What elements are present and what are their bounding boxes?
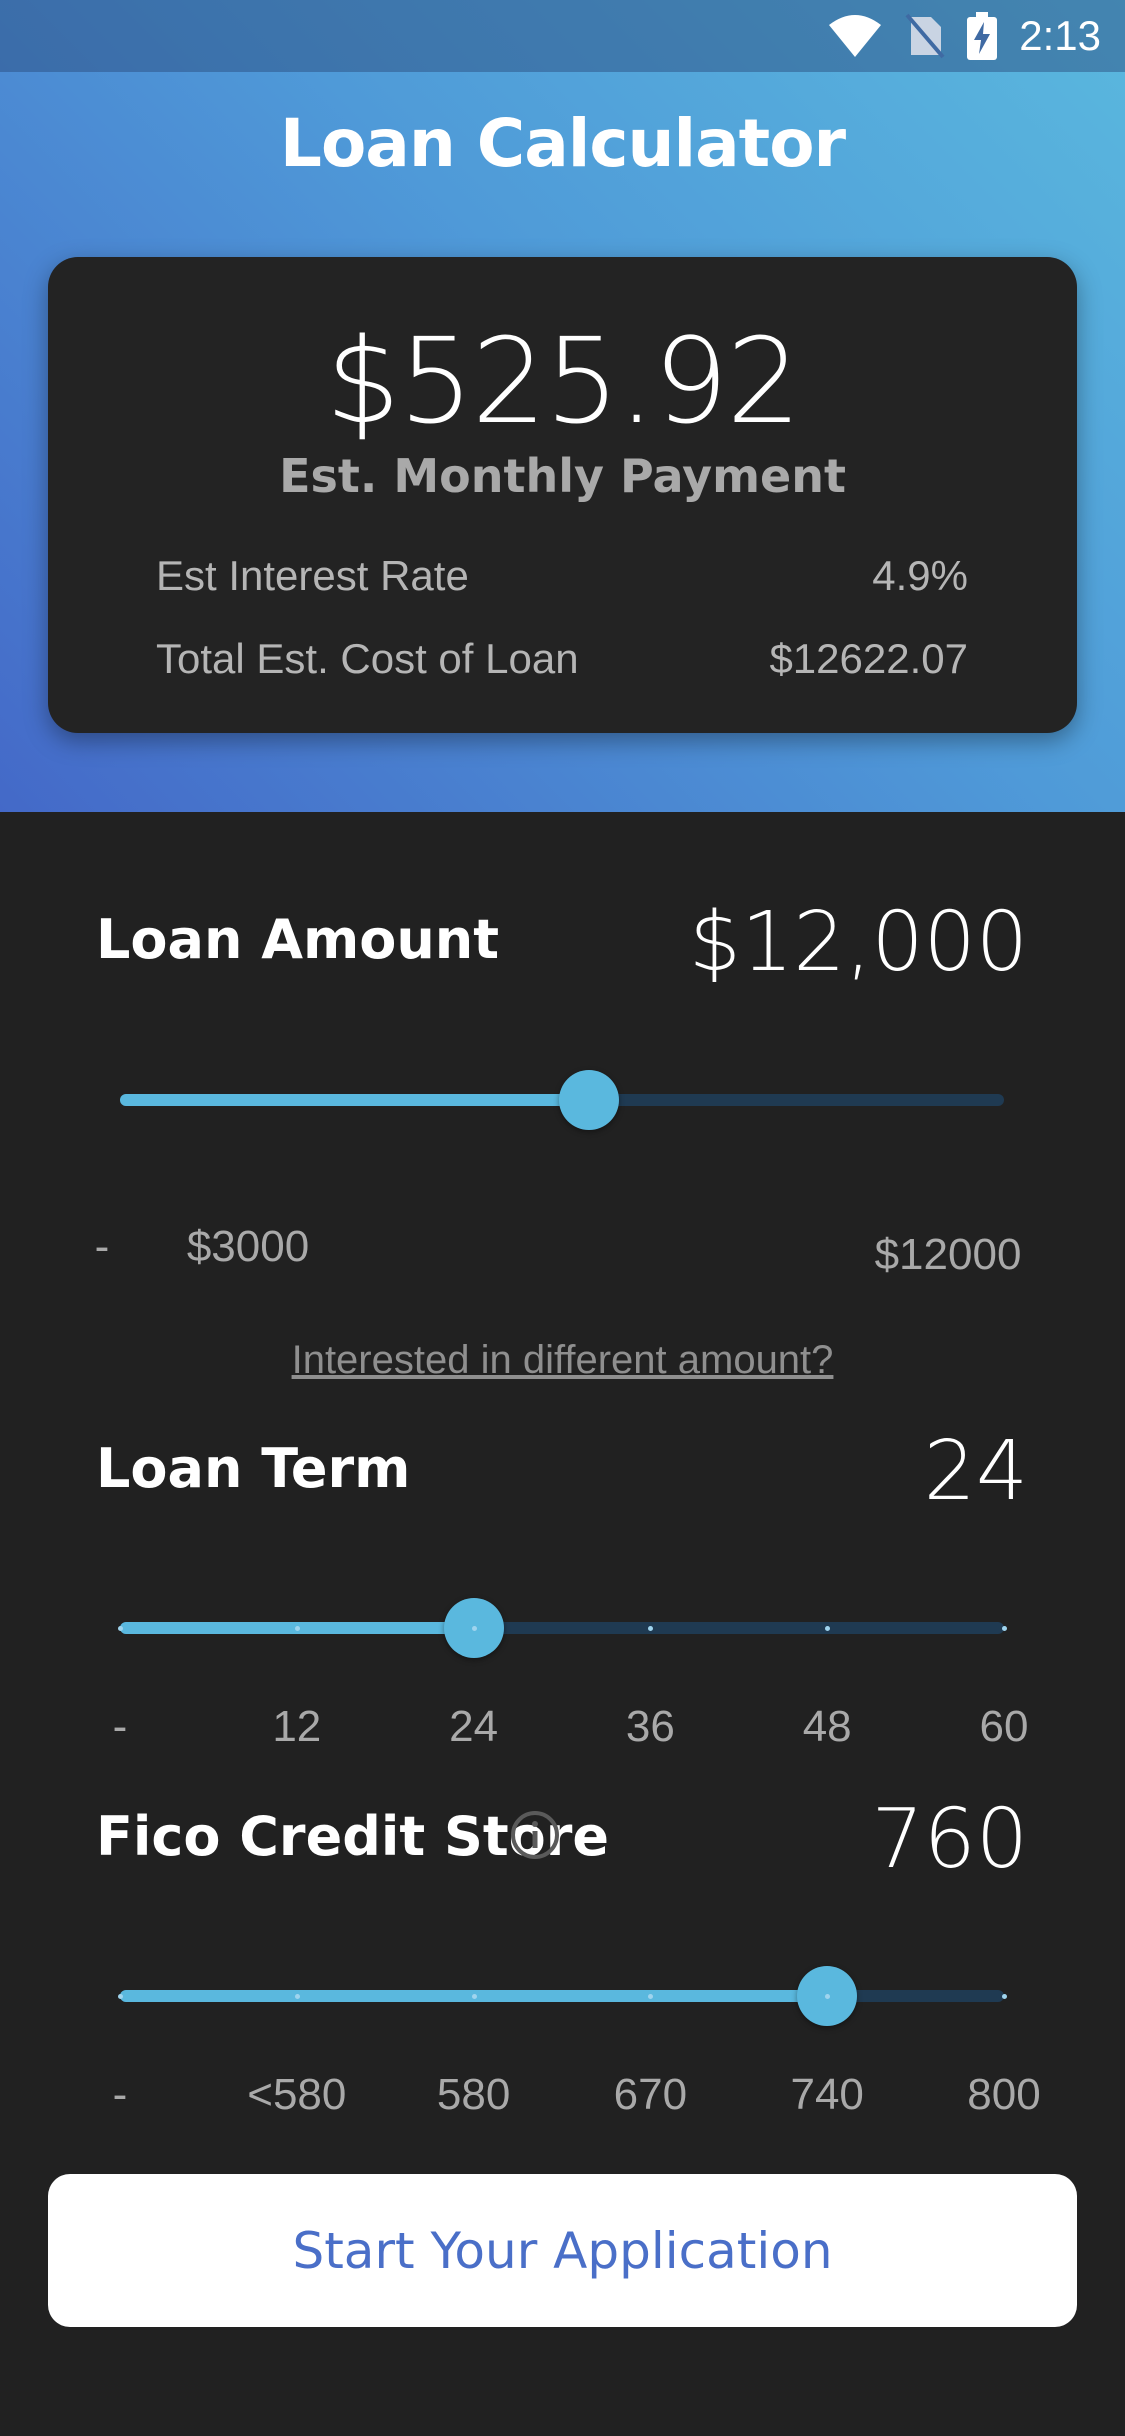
loan-term-tick-label: 60 xyxy=(979,1702,1029,1751)
loan-term-slider[interactable] xyxy=(118,1598,1007,1658)
interest-rate-value: 4.9% xyxy=(872,552,968,599)
loan-term-ticks: - 12 24 36 48 60 xyxy=(96,1702,1029,1762)
loan-term-tick-label: 48 xyxy=(802,1702,852,1751)
total-cost-label: Total Est. Cost of Loan xyxy=(156,635,579,682)
monthly-payment-label: Est. Monthly Payment xyxy=(279,449,846,503)
loan-term-value: 24 xyxy=(923,1424,1028,1519)
slider-step-dot xyxy=(1002,1626,1007,1631)
loan-term-tick-label: 24 xyxy=(449,1702,499,1751)
status-time: 2:13 xyxy=(1019,12,1101,59)
interest-rate-label: Est Interest Rate xyxy=(156,552,469,599)
slider-step-dot xyxy=(825,1626,831,1631)
loan-amount-slider[interactable] xyxy=(120,1070,1004,1130)
loan-amount-slider-fill xyxy=(120,1094,589,1106)
loan-amount-range: - $3000 $12000 xyxy=(94,1222,1029,1282)
total-cost-value: $12622.07 xyxy=(769,635,968,682)
loan-amount-range-dash: - xyxy=(94,1222,110,1271)
wifi-icon xyxy=(829,15,882,57)
slider-step-dot xyxy=(471,1626,477,1631)
different-amount-link[interactable]: Interested in different amount? xyxy=(0,1338,1125,1383)
credit-score-value: 760 xyxy=(871,1792,1028,1887)
loan-amount-value: $12,000 xyxy=(688,895,1028,990)
credit-score-tick-label: 670 xyxy=(613,2070,688,2119)
slider-step-dot xyxy=(1002,1994,1007,1999)
slider-step-dot xyxy=(471,1994,477,1999)
total-cost-row: Total Est. Cost of Loan $12622.07 xyxy=(156,635,968,683)
loan-amount-slider-thumb[interactable] xyxy=(558,1070,619,1130)
credit-score-tick-label: 800 xyxy=(967,2070,1041,2119)
loan-amount-min: $3000 xyxy=(186,1222,310,1271)
loan-amount-max: $12000 xyxy=(874,1230,1022,1279)
loan-term-tick-label: 36 xyxy=(625,1702,675,1751)
slider-step-dot xyxy=(294,1626,300,1631)
slider-step-dot xyxy=(118,1626,123,1631)
status-bar: 2:13 xyxy=(0,0,1125,72)
status-icons: 2:13 xyxy=(827,6,1101,66)
interest-rate-row: Est Interest Rate 4.9% xyxy=(156,552,968,600)
slider-step-dot xyxy=(648,1626,654,1631)
loan-amount-label: Loan Amount xyxy=(96,908,500,971)
credit-score-tick-label: 740 xyxy=(790,2070,864,2119)
loan-term-tick-label: - xyxy=(112,1702,128,1751)
monthly-payment-value: $525.92 xyxy=(325,312,802,450)
loan-term-tick-label: 12 xyxy=(272,1702,322,1751)
summary-card: $525.92 Est. Monthly Payment Est Interes… xyxy=(48,257,1077,733)
slider-step-dot xyxy=(118,1994,123,1999)
loan-term-label: Loan Term xyxy=(96,1437,411,1500)
credit-score-tick-label: <580 xyxy=(247,2070,347,2119)
battery-charging-icon xyxy=(967,12,998,60)
credit-score-tick-label: 580 xyxy=(436,2070,511,2119)
no-sim-icon xyxy=(905,13,945,59)
start-application-button[interactable]: Start Your Application xyxy=(48,2174,1077,2327)
credit-score-tick-label: - xyxy=(112,2070,128,2119)
credit-score-slider[interactable] xyxy=(118,1966,1007,2026)
info-icon[interactable] xyxy=(510,1810,560,1860)
page-title: Loan Calculator xyxy=(279,105,846,182)
credit-score-ticks: - <580 580 670 740 800 xyxy=(96,2070,1041,2130)
slider-step-dot xyxy=(294,1994,300,1999)
